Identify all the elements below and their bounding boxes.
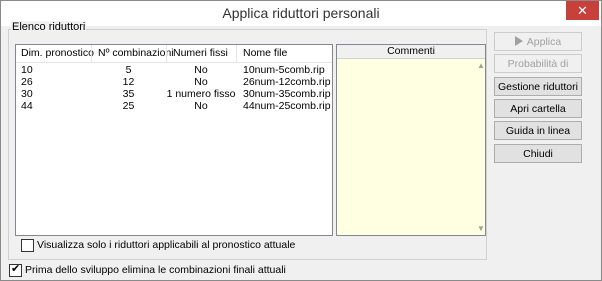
cell-combinations: 25	[122, 100, 135, 112]
title-bar: Applica riduttori personali ✕	[1, 1, 601, 26]
reducers-list[interactable]: Dim. pronostico Nº combinazioni Numeri f…	[15, 44, 333, 236]
close-button[interactable]: Chiudi	[494, 144, 582, 163]
cell-dim: 44	[21, 100, 33, 112]
column-header-combinations[interactable]: Nº combinazioni	[98, 47, 174, 59]
window-title: Applica riduttori personali	[222, 5, 380, 21]
probability-button[interactable]: Probabilità di vincita	[494, 54, 582, 89]
dialog-window: Applica riduttori personali ✕ Elenco rid…	[0, 0, 602, 281]
cell-combinations: 35	[122, 88, 135, 100]
cell-dim: 26	[21, 76, 33, 88]
cell-fixed: No	[194, 100, 208, 112]
table-row[interactable]: 44 25 No 44num-25comb.rip	[16, 100, 332, 112]
column-header-fixed[interactable]: Numeri fissi	[173, 47, 228, 59]
comments-header: Commenti	[337, 45, 485, 59]
table-row[interactable]: 30 35 1 numero fisso 30num-35comb.rip	[16, 88, 332, 100]
column-separator[interactable]	[236, 45, 237, 62]
cell-fixed: No	[194, 64, 208, 76]
comments-scrollbar[interactable]: ▲ ▼	[475, 59, 485, 235]
column-separator[interactable]	[91, 45, 92, 62]
only-applicable-checkbox[interactable]	[21, 239, 34, 252]
play-icon	[514, 36, 523, 47]
table-row[interactable]: 26 12 No 26num-12comb.rip	[16, 76, 332, 88]
cell-dim: 30	[21, 88, 33, 100]
cell-fixed: 1 numero fisso	[166, 88, 236, 100]
cell-filename: 10num-5comb.rip	[243, 64, 325, 76]
scroll-up-icon[interactable]: ▲	[477, 61, 485, 70]
cell-filename: 44num-25comb.rip	[243, 100, 331, 112]
help-button[interactable]: Guida in linea	[494, 121, 582, 140]
column-header-filename[interactable]: Nome file	[243, 47, 287, 59]
manage-reducers-button[interactable]: Gestione riduttori	[494, 77, 582, 96]
apply-reducer-button[interactable]: Applica riduttore	[494, 32, 582, 67]
table-row[interactable]: 10 5 No 10num-5comb.rip	[16, 64, 332, 76]
cell-dim: 10	[21, 64, 33, 76]
scroll-down-icon[interactable]: ▼	[477, 224, 485, 233]
column-separator[interactable]	[166, 45, 167, 62]
comments-box[interactable]: Commenti ▲ ▼	[336, 44, 486, 236]
cell-filename: 26num-12comb.rip	[243, 76, 331, 88]
cell-combinations: 12	[122, 76, 135, 88]
groupbox-label: Elenco riduttori	[11, 21, 87, 33]
only-applicable-label[interactable]: Visualizza solo i riduttori applicabili …	[37, 239, 295, 252]
column-header-dim[interactable]: Dim. pronostico	[21, 47, 94, 59]
remove-final-label[interactable]: Prima dello sviluppo elimina le combinaz…	[25, 264, 286, 277]
list-header: Dim. pronostico Nº combinazioni Numeri f…	[16, 45, 332, 63]
close-window-button[interactable]: ✕	[566, 1, 599, 20]
cell-filename: 30num-35comb.rip	[243, 88, 331, 100]
cell-combinations: 5	[125, 64, 132, 76]
remove-final-checkbox[interactable]	[9, 263, 22, 277]
open-folder-button[interactable]: Apri cartella riduttori	[494, 99, 582, 134]
cell-fixed: No	[194, 76, 208, 88]
